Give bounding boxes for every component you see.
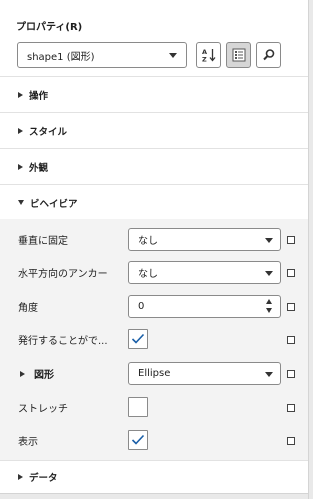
checkmark-icon — [131, 333, 145, 344]
property-row-can-fire: 発行することがで... — [0, 323, 308, 356]
vertical-scrollbar[interactable] — [308, 0, 313, 499]
sort-az-icon: A Z — [201, 47, 217, 63]
checkmark-icon — [131, 434, 145, 445]
property-label: 垂直に固定 — [18, 236, 68, 247]
expand-icon — [18, 127, 23, 134]
property-marker-icon[interactable] — [287, 303, 295, 311]
horizontal-scrollbar[interactable] — [0, 493, 308, 499]
dropdown-value: なし — [138, 269, 158, 280]
angle-input[interactable]: 0 — [128, 295, 281, 318]
section-label: 操作 — [29, 90, 49, 102]
property-marker-icon[interactable] — [287, 404, 295, 412]
horizontal-anchor-dropdown[interactable]: なし — [128, 261, 281, 284]
property-row-angle: 角度 0 — [0, 290, 308, 323]
dropdown-value: なし — [138, 236, 158, 247]
property-label: ストレッチ — [18, 404, 68, 415]
panel-title: プロパティ(R) — [16, 22, 83, 33]
spin-up-icon[interactable] — [266, 299, 272, 304]
spin-down-icon[interactable] — [266, 308, 272, 313]
shape-dropdown[interactable]: Ellipse — [128, 362, 281, 385]
chevron-down-icon — [265, 271, 273, 276]
collapse-icon — [18, 200, 24, 205]
expand-icon — [18, 163, 23, 170]
search-icon — [262, 48, 276, 62]
property-label: 角度 — [18, 303, 38, 314]
chevron-down-icon — [169, 53, 177, 58]
property-label[interactable]: 図形 — [18, 357, 54, 390]
behavior-properties: 垂直に固定 なし 水平方向のアンカー なし 角度 0 発行することがで... 図… — [0, 219, 308, 460]
property-row-stretch: ストレッチ — [0, 391, 308, 424]
categorized-view-icon — [232, 48, 246, 62]
properties-panel: プロパティ(R) shape1 (図形) A Z 操作 スタイル 外観 ビヘイビ… — [0, 0, 308, 499]
sort-az-button[interactable]: A Z — [196, 42, 221, 68]
section-label: データ — [29, 473, 58, 484]
dropdown-value: Ellipse — [138, 368, 171, 379]
angle-value: 0 — [138, 301, 145, 312]
shape-select[interactable]: shape1 (図形) — [17, 42, 187, 68]
expand-icon — [18, 474, 23, 480]
property-marker-icon[interactable] — [287, 269, 295, 277]
property-label-text: 図形 — [34, 370, 54, 381]
section-operation[interactable]: 操作 — [0, 76, 308, 112]
property-row-pin-vertical: 垂直に固定 なし — [0, 223, 308, 256]
expand-icon — [20, 370, 25, 377]
section-style[interactable]: スタイル — [0, 112, 308, 148]
property-marker-icon[interactable] — [287, 437, 295, 445]
property-marker-icon[interactable] — [287, 236, 295, 244]
section-data[interactable]: データ — [0, 460, 308, 493]
visible-checkbox[interactable] — [128, 430, 148, 450]
property-label: 水平方向のアンカー — [18, 269, 108, 280]
section-label: 外観 — [29, 162, 49, 174]
section-behavior[interactable]: ビヘイビア — [0, 184, 308, 220]
section-label: スタイル — [29, 126, 68, 138]
property-marker-icon[interactable] — [287, 336, 295, 344]
chevron-down-icon — [265, 372, 273, 377]
property-row-shape: 図形 Ellipse — [0, 357, 308, 390]
property-label: 発行することがで... — [18, 336, 108, 347]
can-fire-checkbox[interactable] — [128, 329, 148, 349]
chevron-down-icon — [265, 238, 273, 243]
expand-icon — [18, 91, 23, 98]
section-appearance[interactable]: 外観 — [0, 148, 308, 184]
stretch-checkbox[interactable] — [128, 397, 148, 417]
property-label: 表示 — [18, 437, 38, 448]
categorized-view-button[interactable] — [226, 42, 251, 68]
section-label: ビヘイビア — [30, 198, 78, 210]
search-button[interactable] — [256, 42, 281, 68]
shape-select-value: shape1 (図形) — [27, 51, 95, 63]
pin-vertical-dropdown[interactable]: なし — [128, 228, 281, 251]
property-row-horizontal-anchor: 水平方向のアンカー なし — [0, 256, 308, 289]
svg-text:Z: Z — [202, 56, 207, 64]
property-marker-icon[interactable] — [287, 370, 295, 378]
property-row-visible: 表示 — [0, 424, 308, 457]
